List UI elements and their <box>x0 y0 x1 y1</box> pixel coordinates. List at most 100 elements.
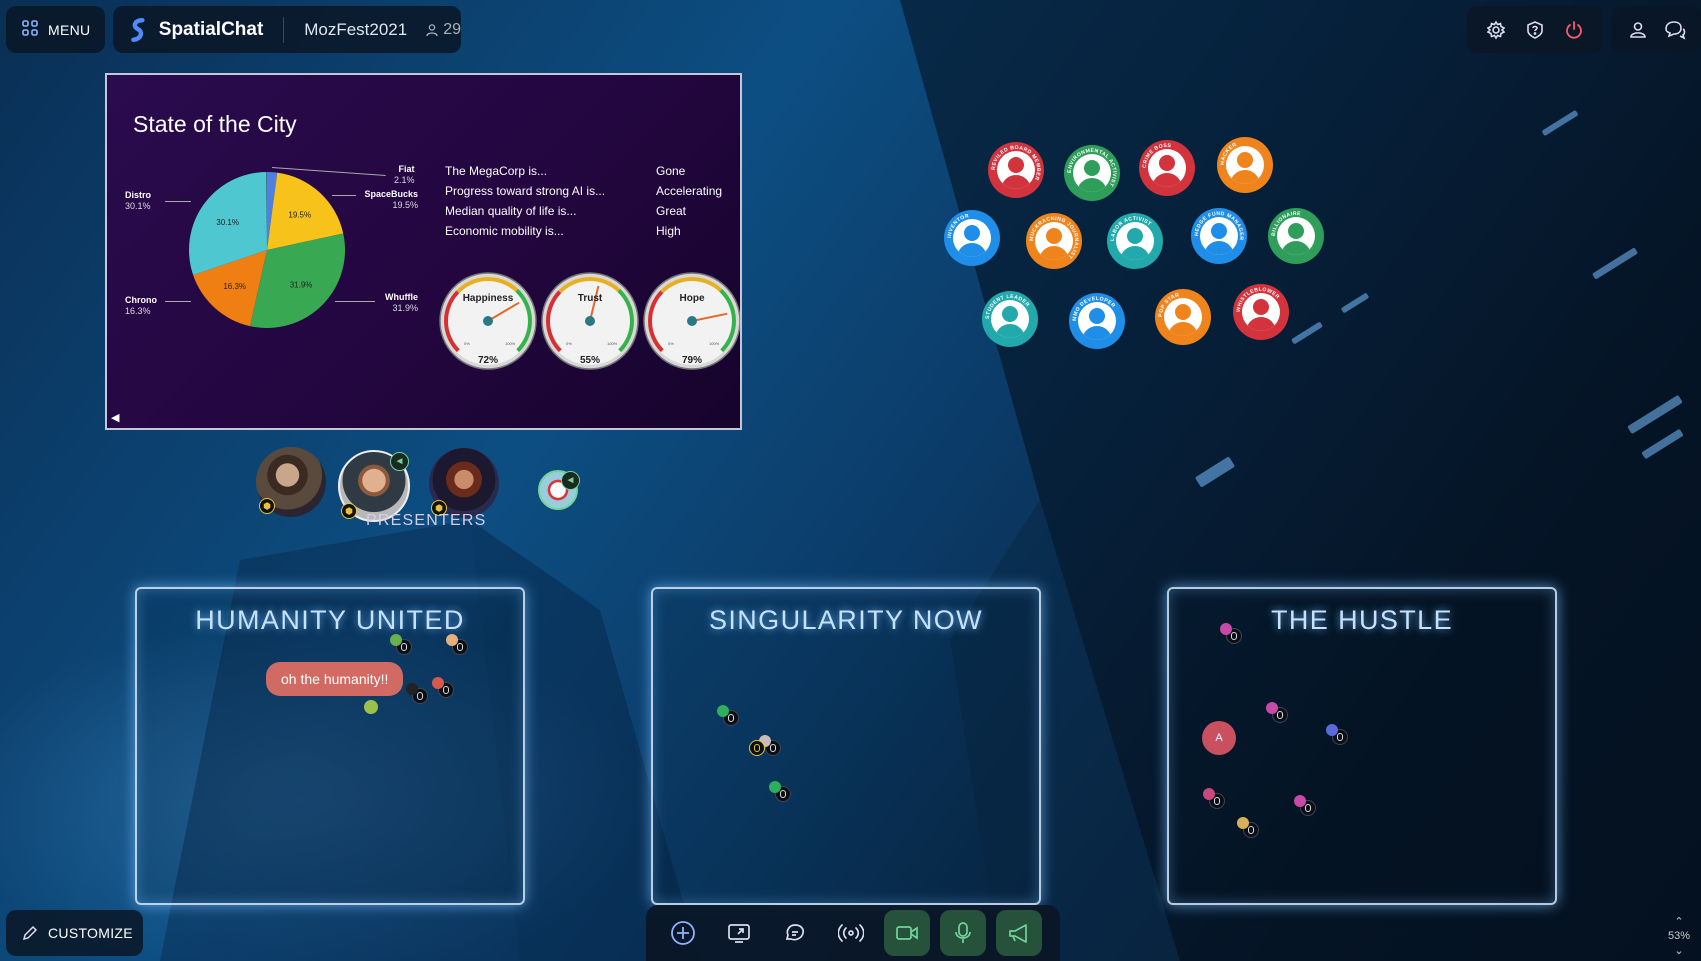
participant-count[interactable]: 29 <box>425 21 461 39</box>
participant-dot[interactable] <box>390 634 412 655</box>
participant-count-value: 29 <box>443 20 461 38</box>
zone-singularity-now[interactable]: SINGULARITY NOW <box>651 587 1041 905</box>
grid-icon <box>22 20 38 39</box>
role-chip-environmental-activist[interactable]: ENVIRONMENTAL ACTIVIST <box>1064 145 1120 201</box>
host-participant-dot[interactable] <box>749 740 765 756</box>
role-chip-hedge-fund-manager[interactable]: HEDGE FUND MANAGER <box>1191 208 1247 264</box>
leader-line <box>165 201 191 202</box>
presenters-label: PRESENTERS <box>366 512 487 529</box>
role-chip-inventor[interactable]: INVENTOR <box>944 210 1000 266</box>
role-chip-reviled-board-member[interactable]: REVILED BOARD MEMBER <box>988 142 1044 198</box>
megaphone-icon[interactable] <box>996 910 1042 956</box>
participant-dot[interactable] <box>446 634 468 655</box>
participant-dot[interactable] <box>364 700 378 714</box>
add-icon[interactable] <box>660 910 706 956</box>
chat-toggle-icon[interactable] <box>1661 16 1689 44</box>
svg-text:100%: 100% <box>709 341 720 346</box>
pie-slice-value-label: 30.1% <box>216 218 239 227</box>
microphone-icon[interactable] <box>940 910 986 956</box>
gauge-label: Hope <box>679 293 705 304</box>
slide-title: State of the City <box>133 111 297 137</box>
role-chip-hacker[interactable]: HACKER <box>1217 137 1273 193</box>
stat-row: Progress toward strong AI is... Accelerat… <box>445 184 723 198</box>
stat-row: Economic mobility is... High <box>445 224 681 238</box>
power-icon[interactable] <box>1560 16 1588 44</box>
top-right-controls <box>1467 6 1603 53</box>
settings-icon[interactable] <box>1482 16 1510 44</box>
pie-label-whuffle: Whuffle 31.9% <box>385 292 418 313</box>
leader-line <box>165 301 191 302</box>
svg-text:0%: 0% <box>668 341 674 346</box>
gauge-label: Happiness <box>462 293 514 304</box>
svg-text:100%: 100% <box>505 341 516 346</box>
zoom-control[interactable]: ⌃ 53% ⌄ <box>1660 913 1698 959</box>
participant-dot[interactable] <box>759 735 781 756</box>
profile-icon[interactable] <box>1624 16 1652 44</box>
participant-dot[interactable] <box>1237 817 1259 838</box>
zoom-down-icon[interactable]: ⌄ <box>1674 944 1683 957</box>
chat-bubble: oh the humanity!! <box>266 662 404 696</box>
participant-dot[interactable] <box>1294 795 1316 816</box>
role-chip-mmo-developer[interactable]: MMO DEVELOPER <box>1069 293 1125 349</box>
gauge-label: Trust <box>577 293 603 304</box>
role-chip-crime-boss[interactable]: CRIME BOSS <box>1139 140 1195 196</box>
room-name[interactable]: MozFest2021 <box>304 20 407 40</box>
speaker-icon[interactable]: ◀ <box>111 411 119 424</box>
zoom-up-icon[interactable]: ⌃ <box>1674 915 1683 928</box>
chat-icon[interactable] <box>772 910 818 956</box>
zone-title: HUMANITY UNITED <box>195 605 465 635</box>
spatialchat-logo-icon <box>131 17 145 42</box>
gauge-hope: 0% 100% Hope 79% <box>642 271 740 371</box>
host-badge-icon: ⬢ <box>341 503 357 519</box>
participant-dot[interactable] <box>1326 724 1348 745</box>
zone-humanity-united[interactable]: HUMANITY UNITED <box>135 587 525 905</box>
gauge-happiness: 0% 100% Happiness 72% <box>438 271 538 371</box>
stat-row: The MegaCorp is... Gone <box>445 164 686 178</box>
participant-dot[interactable] <box>1220 623 1242 644</box>
menu-label: MENU <box>48 21 91 38</box>
pie-slice-value-label: 16.3% <box>223 282 246 291</box>
svg-text:0%: 0% <box>464 341 470 346</box>
role-chip-billionaire[interactable]: BILLIONAIRE <box>1268 208 1324 264</box>
svg-text:100%: 100% <box>607 341 618 346</box>
shared-presentation-slide[interactable]: State of the City 19.5% 31.9% 16.3% 30.1% F… <box>105 73 742 430</box>
participant-dot[interactable] <box>406 683 428 704</box>
customize-button[interactable]: CUSTOMIZE <box>6 910 143 956</box>
role-chip-muckracking-journalist[interactable]: MUCKRACKING JOURNALIST <box>1026 213 1082 269</box>
zoom-level: 53% <box>1667 930 1691 942</box>
host-badge-icon: ⬢ <box>259 498 275 514</box>
pie-slice-value-label: 19.5% <box>288 210 311 219</box>
participant-dot[interactable] <box>432 677 454 698</box>
role-chip-student-leader[interactable]: STUDENT LEADER <box>982 291 1038 347</box>
participant-dot[interactable] <box>769 781 791 802</box>
participant-dot[interactable] <box>1203 788 1225 809</box>
pie-label-fiat: Fiat 2.1% <box>394 164 415 185</box>
screen-share-icon[interactable] <box>716 910 762 956</box>
broadcast-icon[interactable] <box>828 910 874 956</box>
top-right-user-controls <box>1611 6 1701 53</box>
role-chip-labor-activist[interactable]: LABOR ACTIVIST <box>1107 213 1163 269</box>
stat-row: Median quality of life is... Great <box>445 204 687 218</box>
avatar[interactable]: A <box>1202 721 1236 755</box>
brand-name: SpatialChat <box>158 18 264 40</box>
gauge-value: 72% <box>477 355 498 366</box>
megaphone-icon: ◄ <box>390 452 409 471</box>
pencil-icon <box>22 925 38 941</box>
pie-slice-value-label: 31.9% <box>290 280 313 289</box>
gauge-trust: 0% 100% Trust 55% <box>540 271 640 371</box>
role-chip-whistleblower[interactable]: WHISTLEBLOWER <box>1233 284 1289 340</box>
help-icon[interactable] <box>1521 16 1549 44</box>
camera-icon[interactable] <box>884 910 930 956</box>
participant-dot[interactable] <box>1266 702 1288 723</box>
menu-button[interactable]: MENU <box>6 6 105 53</box>
pie-label-chrono: Chrono 16.3% <box>125 295 157 316</box>
pie-label-distro: Distro 30.1% <box>125 190 152 211</box>
participant-dot[interactable] <box>717 705 739 726</box>
megaphone-icon: ◄ <box>561 471 580 490</box>
leader-line <box>335 301 375 302</box>
customize-label: CUSTOMIZE <box>48 925 133 941</box>
room-header: SpatialChat MozFest2021 29 <box>113 6 461 53</box>
role-chip-pop-star[interactable]: POP STAR <box>1155 289 1211 345</box>
zone-title: SINGULARITY NOW <box>708 605 984 635</box>
currency-pie-chart: 19.5% 31.9% 16.3% 30.1% <box>189 172 345 328</box>
